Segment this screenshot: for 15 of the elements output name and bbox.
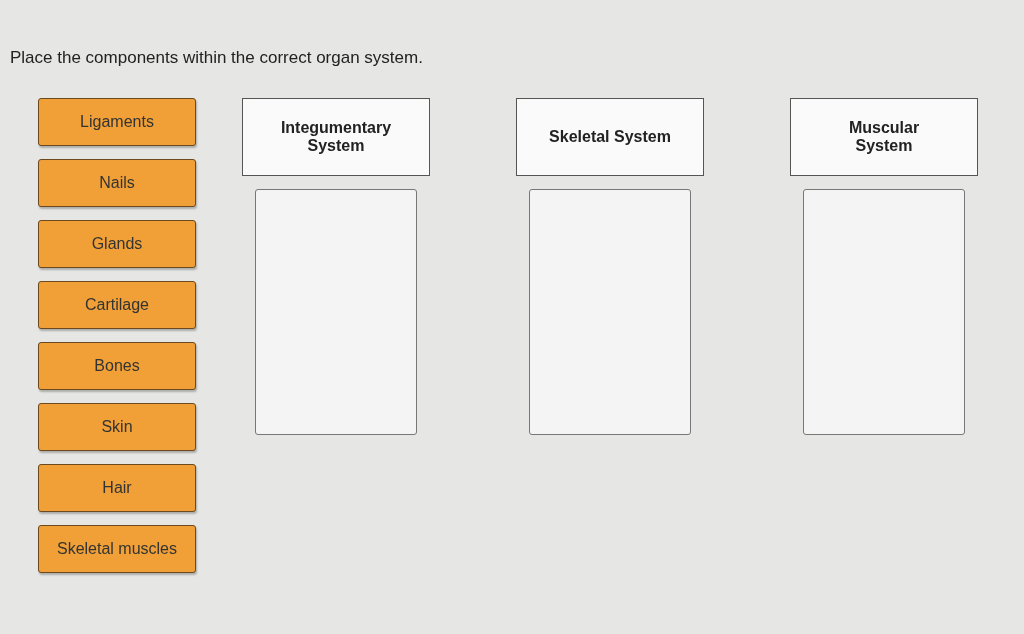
category-header: Integumentary System <box>242 98 430 176</box>
draggable-tile[interactable]: Bones <box>38 342 196 390</box>
draggable-tile[interactable]: Hair <box>38 464 196 512</box>
draggable-tile[interactable]: Skin <box>38 403 196 451</box>
category-header: Skeletal System <box>516 98 704 176</box>
draggable-tile[interactable]: Nails <box>38 159 196 207</box>
drop-zone[interactable] <box>255 189 417 435</box>
draggable-tile[interactable]: Ligaments <box>38 98 196 146</box>
drop-zone[interactable] <box>529 189 691 435</box>
drop-zone[interactable] <box>803 189 965 435</box>
draggable-tile[interactable]: Cartilage <box>38 281 196 329</box>
draggable-tile[interactable]: Glands <box>38 220 196 268</box>
instruction-text: Place the components within the correct organ system. <box>10 48 423 67</box>
category-header: Muscular System <box>790 98 978 176</box>
draggable-tile[interactable]: Skeletal muscles <box>38 525 196 573</box>
